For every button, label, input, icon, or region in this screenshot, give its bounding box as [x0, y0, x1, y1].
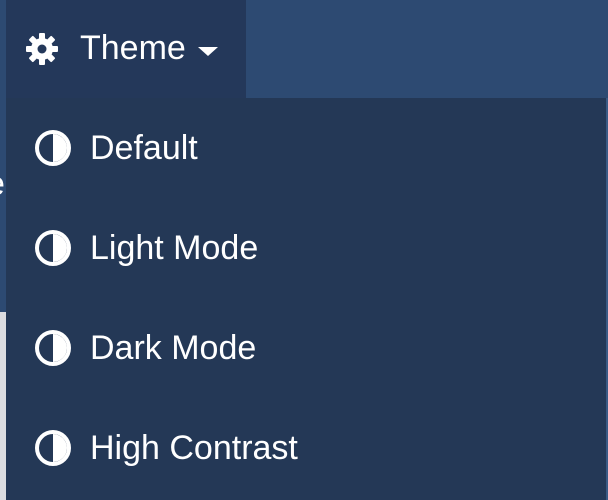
menu-item-label: Dark Mode	[90, 329, 257, 367]
clipped-header-text: e	[0, 160, 5, 208]
caret-down-icon	[197, 46, 218, 56]
gear-icon	[24, 31, 60, 67]
contrast-icon	[34, 229, 72, 267]
contrast-icon	[34, 129, 72, 167]
menu-item-label: Default	[90, 129, 198, 167]
contrast-icon	[34, 429, 72, 467]
menu-item-dark-mode[interactable]: Dark Mode	[6, 298, 606, 398]
menu-item-high-contrast[interactable]: High Contrast	[6, 398, 606, 498]
menu-item-light-mode[interactable]: Light Mode	[6, 198, 606, 298]
theme-dropdown-toggle[interactable]: Theme	[6, 0, 246, 98]
menu-item-label: High Contrast	[90, 429, 298, 467]
contrast-icon	[34, 329, 72, 367]
theme-menu: Default Light Mode Dark Mode High Contra…	[6, 98, 606, 500]
theme-toggle-label: Theme	[80, 29, 186, 67]
menu-item-label: Light Mode	[90, 229, 259, 267]
menu-item-default[interactable]: Default	[6, 98, 606, 198]
